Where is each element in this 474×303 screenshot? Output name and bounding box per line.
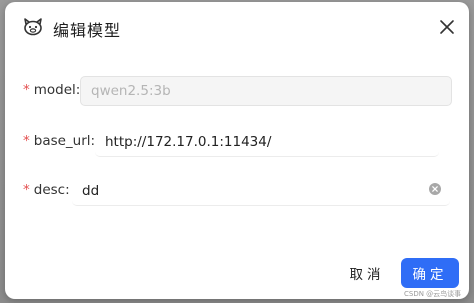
desc-input-value: dd <box>82 182 100 199</box>
required-marker: * <box>23 182 30 198</box>
desc-input[interactable]: dd <box>72 176 450 206</box>
watermark-text: CSDN @云鸟谈事 <box>404 290 462 298</box>
form-row-model: * model: qwen2.5:3b <box>5 75 469 107</box>
model-label: * model: <box>23 82 81 98</box>
model-input[interactable]: qwen2.5:3b <box>80 76 452 106</box>
required-marker: * <box>23 82 30 98</box>
dialog-title: 编辑模型 <box>53 21 122 40</box>
model-input-value: qwen2.5:3b <box>91 83 171 99</box>
edit-model-dialog: 编辑模型 * model: qwen2.5:3b * base_url: http:… <box>5 2 469 299</box>
form-row-base-url: * base_url: http://172.17.0.1:11434/ <box>5 126 469 158</box>
close-icon[interactable] <box>438 18 456 36</box>
dialog-header: 编辑模型 <box>5 2 469 52</box>
cancel-button[interactable]: 取消 <box>336 258 398 288</box>
desc-label: * desc: <box>23 182 70 198</box>
base-url-label: * base_url: <box>23 133 96 149</box>
form-row-desc: * desc: dd <box>5 175 469 207</box>
clear-circle-icon[interactable] <box>429 183 441 195</box>
llama-logo-icon <box>24 18 42 36</box>
base-url-input[interactable]: http://172.17.0.1:11434/ <box>95 127 439 157</box>
confirm-button[interactable]: 确定 <box>401 258 459 288</box>
required-marker: * <box>23 133 30 149</box>
base-url-input-value: http://172.17.0.1:11434/ <box>105 133 272 150</box>
